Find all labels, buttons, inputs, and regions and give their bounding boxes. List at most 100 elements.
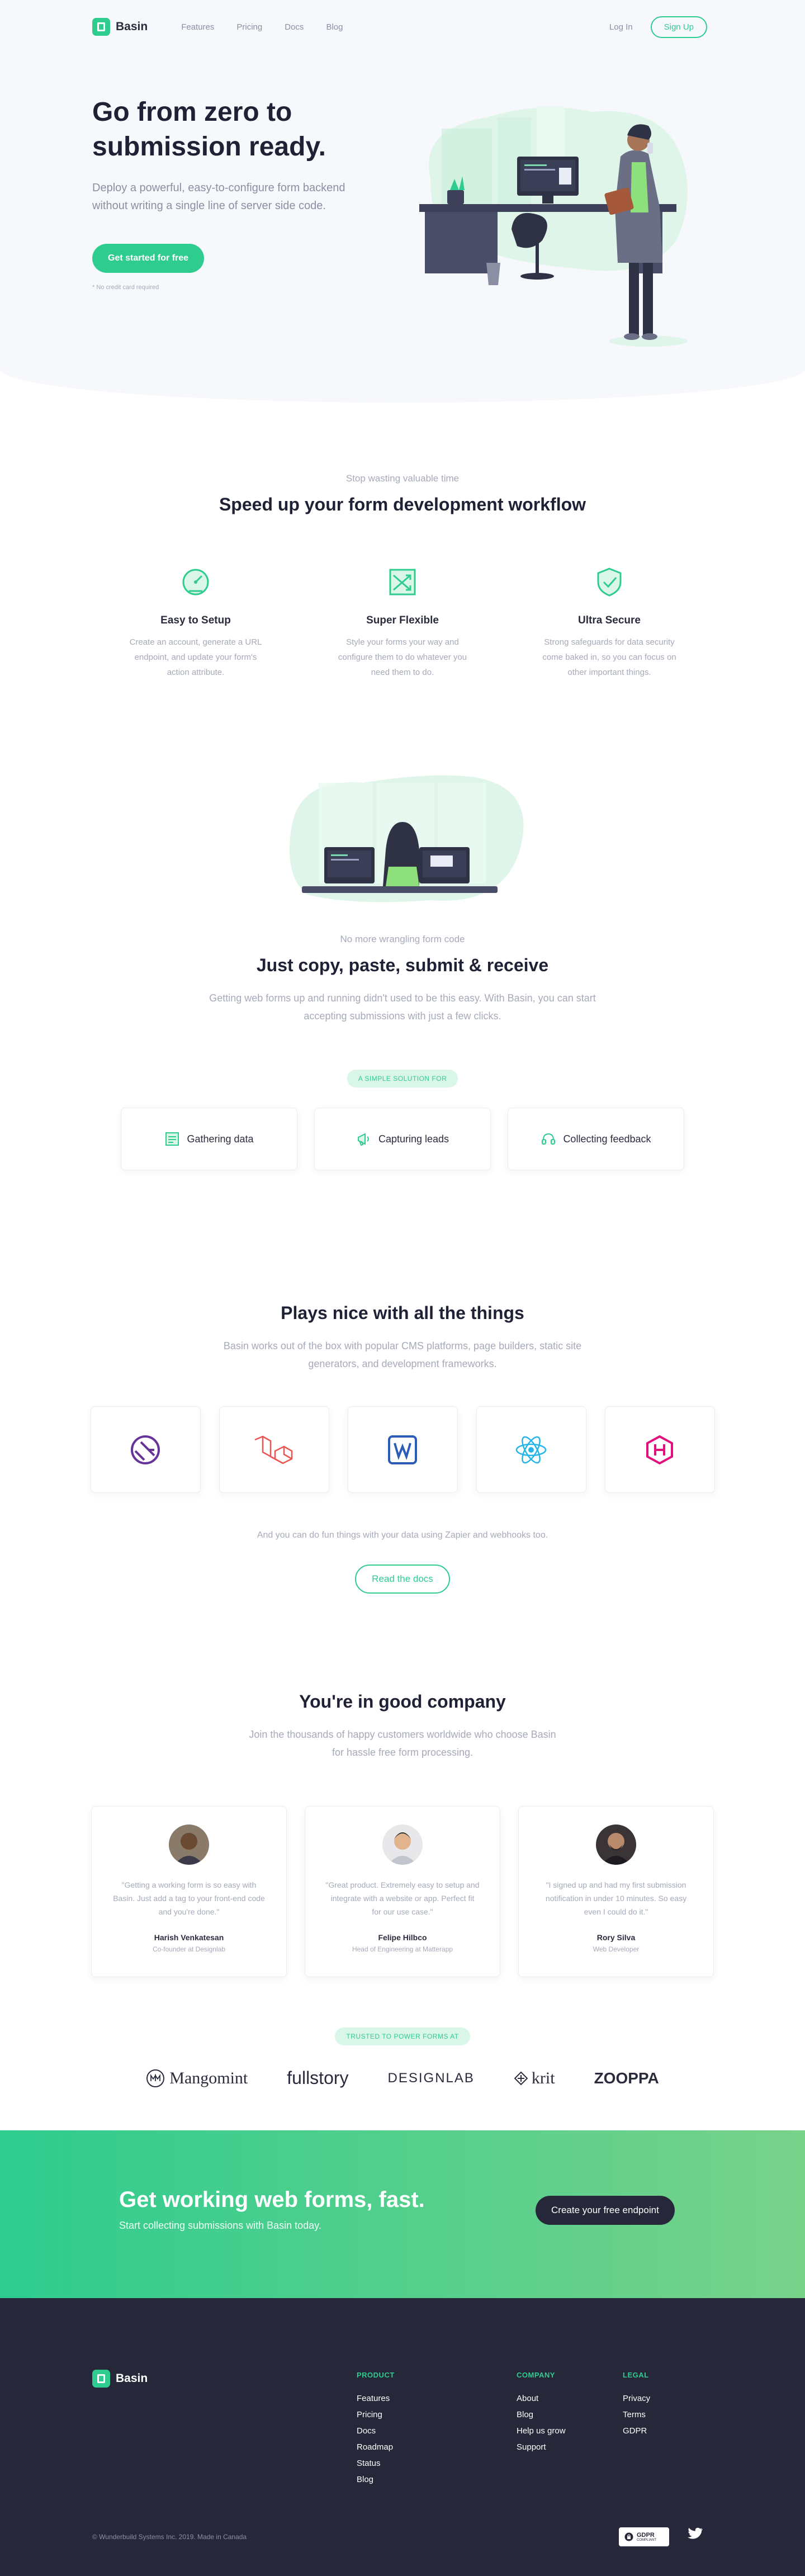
- create-endpoint-button[interactable]: Create your free endpoint: [536, 2196, 675, 2225]
- gdpr-lock-icon: [624, 2532, 633, 2541]
- nav-links: Features Pricing Docs Blog: [181, 22, 343, 32]
- nav-link-blog[interactable]: Blog: [326, 22, 343, 32]
- logo-zooppa: ZOOPPA: [594, 2069, 659, 2087]
- simple-solution-pill-wrap: A SIMPLE SOLUTION FOR: [0, 1070, 805, 1088]
- footer-link[interactable]: About: [517, 2390, 566, 2407]
- hero-section: Basin Features Pricing Docs Blog Log In …: [0, 0, 805, 403]
- copy-paste-title: Just copy, paste, submit & receive: [256, 955, 549, 975]
- shield-check-icon: [597, 568, 622, 597]
- login-link[interactable]: Log In: [609, 22, 633, 32]
- react-icon: [515, 1436, 547, 1463]
- gauge-icon: [182, 569, 209, 595]
- feature-flexible: Super Flexible Style your forms your way…: [330, 565, 475, 680]
- avatar: [382, 1825, 423, 1865]
- use-case-cards: Gathering data Capturing leads Collectin…: [0, 1108, 805, 1170]
- gdpr-sub: COMPLIANT: [637, 2539, 657, 2542]
- integration-card: [219, 1406, 329, 1493]
- copy-paste-section: No more wrangling form code Just copy, p…: [0, 766, 805, 1170]
- footer-link[interactable]: Help us grow: [517, 2423, 566, 2439]
- integrations-title: Plays nice with all the things: [281, 1303, 524, 1323]
- read-docs-button[interactable]: Read the docs: [355, 1564, 450, 1594]
- card-gathering-data: Gathering data: [121, 1108, 297, 1170]
- integrations-grid: [0, 1406, 805, 1493]
- top-nav: Basin Features Pricing Docs Blog Log In …: [92, 13, 707, 40]
- mangomint-mark-icon: [146, 2069, 165, 2087]
- hero-subtitle: Deploy a powerful, easy-to-configure for…: [92, 182, 345, 212]
- testimonial-role: Head of Engineering at Matterapp: [352, 1945, 453, 1953]
- integration-card: [90, 1406, 201, 1493]
- testimonials-section: You're in good company Join the thousand…: [0, 1680, 805, 2088]
- footer-link[interactable]: Docs: [357, 2423, 395, 2439]
- footer-link[interactable]: GDPR: [623, 2423, 650, 2439]
- integration-card: [476, 1406, 586, 1493]
- integration-card: [604, 1406, 715, 1493]
- basin-logo-icon: [92, 2370, 110, 2388]
- developer-illustration: [290, 775, 524, 902]
- footer-link[interactable]: Roadmap: [357, 2439, 395, 2455]
- testimonial-card: "Great product. Extremely easy to setup …: [305, 1806, 500, 1977]
- footer-copyright: © Wunderbuild Systems Inc. 2019. Made in…: [92, 2533, 247, 2541]
- feature-secure: Ultra Secure Strong safeguards for data …: [537, 565, 682, 680]
- hero-note: * No credit card required: [92, 284, 159, 291]
- testimonial-name: Harish Venkatesan: [154, 1933, 224, 1942]
- card-label: Capturing leads: [378, 1133, 449, 1145]
- workflow-eyebrow: Stop wasting valuable time: [345, 473, 460, 484]
- wordpress-icon: [388, 1435, 417, 1464]
- page: Basin Features Pricing Docs Blog Log In …: [0, 0, 805, 2576]
- footer-col-legal: LEGAL Privacy Terms GDPR: [623, 2371, 650, 2439]
- logo-fullstory: fullstory: [287, 2068, 349, 2088]
- logo-mangomint: Mangomint: [146, 2069, 248, 2088]
- footer-link[interactable]: Status: [357, 2455, 395, 2471]
- feature-title: Ultra Secure: [578, 615, 641, 626]
- feature-desc: Style your forms your way and configure …: [338, 637, 467, 677]
- integrations-subtitle: Basin works out of the box with popular …: [223, 1340, 582, 1369]
- twitter-icon[interactable]: [686, 2527, 703, 2542]
- logo-krit: krit: [514, 2069, 555, 2088]
- testimonial-role: Co-founder at Designlab: [152, 1945, 226, 1953]
- signup-button[interactable]: Sign Up: [650, 16, 707, 38]
- logo-text: krit: [531, 2068, 555, 2087]
- customer-logos: Mangomint fullstory DESIGNLAB krit ZOOPP…: [0, 2068, 805, 2088]
- card-capturing-leads: Capturing leads: [314, 1108, 491, 1170]
- nav-link-pricing[interactable]: Pricing: [236, 22, 262, 32]
- brand-name: Basin: [116, 20, 148, 33]
- workflow-section: Stop wasting valuable time Speed up your…: [0, 473, 805, 680]
- megaphone-icon: [357, 1133, 369, 1146]
- workflow-title: Speed up your form development workflow: [219, 494, 586, 514]
- testimonial-quote: "Great product. Extremely easy to setup …: [325, 1880, 480, 1916]
- nav-link-docs[interactable]: Docs: [285, 22, 304, 32]
- testimonials-title: You're in good company: [299, 1691, 506, 1712]
- footer-link[interactable]: Terms: [623, 2407, 650, 2423]
- copy-paste-eyebrow: No more wrangling form code: [340, 934, 465, 944]
- footer-link[interactable]: Support: [517, 2439, 566, 2455]
- footer-link[interactable]: Features: [357, 2390, 395, 2407]
- footer-link[interactable]: Pricing: [357, 2407, 395, 2423]
- testimonials-list: "Getting a working form is so easy with …: [0, 1806, 805, 1977]
- cta-banner: Get working web forms, fast. Start colle…: [0, 2130, 805, 2298]
- testimonial-role: Web Developer: [593, 1945, 640, 1953]
- testimonial-quote: "I signed up and had my first submission…: [545, 1880, 687, 1916]
- feature-easy-setup: Easy to Setup Create an account, generat…: [123, 565, 268, 680]
- card-label: Gathering data: [187, 1133, 254, 1145]
- footer-col-company: COMPANY About Blog Help us grow Support: [517, 2371, 566, 2455]
- footer-heading: LEGAL: [623, 2371, 649, 2379]
- footer-col-product: PRODUCT Features Pricing Docs Roadmap St…: [357, 2371, 395, 2488]
- footer-link[interactable]: Blog: [517, 2407, 566, 2423]
- feature-title: Easy to Setup: [160, 615, 231, 626]
- integrations-note: And you can do fun things with your data…: [257, 1530, 548, 1540]
- footer-heading: COMPANY: [517, 2371, 555, 2379]
- features-list: Easy to Setup Create an account, generat…: [0, 565, 805, 680]
- footer-logo[interactable]: Basin: [92, 2370, 148, 2388]
- footer-link[interactable]: Blog: [357, 2471, 395, 2488]
- gatsby-icon: [131, 1435, 160, 1464]
- copy-paste-subtitle: Getting web forms up and running didn't …: [209, 992, 596, 1022]
- get-started-button[interactable]: Get started for free: [92, 244, 205, 273]
- footer: Basin PRODUCT Features Pricing Docs Road…: [0, 2298, 805, 2576]
- shuffle-icon: [389, 569, 416, 595]
- nav-link-features[interactable]: Features: [181, 22, 214, 32]
- hero-copy: Go from zero to submission ready. Deploy…: [92, 95, 355, 291]
- testimonial-card: "I signed up and had my first submission…: [518, 1806, 714, 1977]
- footer-link[interactable]: Privacy: [623, 2390, 650, 2407]
- basin-logo-icon: [92, 18, 110, 36]
- brand-logo[interactable]: Basin: [92, 18, 148, 36]
